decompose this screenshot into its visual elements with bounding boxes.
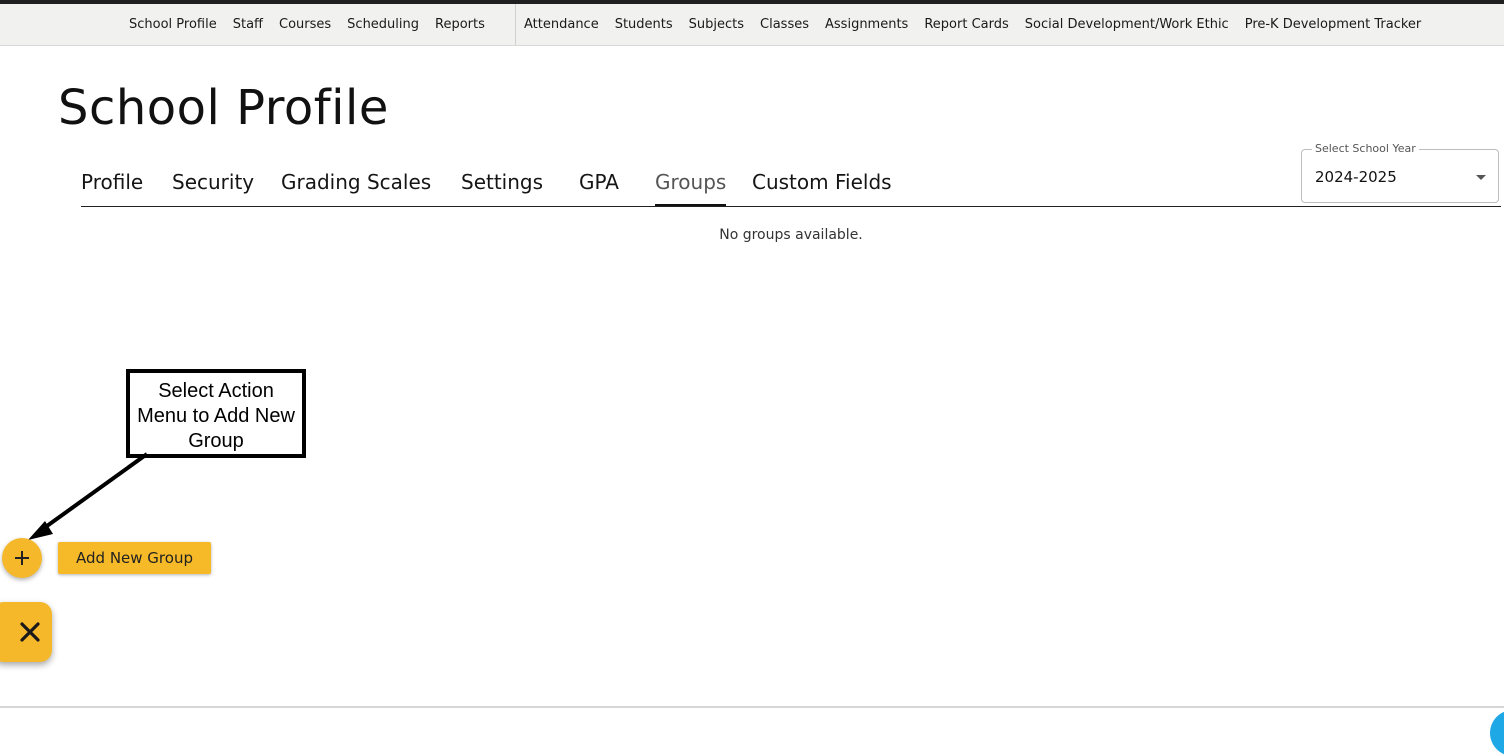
school-year-label: Select School Year [1312,142,1419,155]
nav-students[interactable]: Students [607,17,681,32]
tab-gpa[interactable]: GPA [579,162,619,206]
nav-school-profile[interactable]: School Profile [121,17,225,32]
tab-security[interactable]: Security [172,162,254,206]
nav-scheduling[interactable]: Scheduling [339,17,427,32]
nav-staff[interactable]: Staff [225,17,271,32]
nav-assignments[interactable]: Assignments [817,17,916,32]
tabs-divider [81,206,1501,207]
tab-profile[interactable]: Profile [81,162,143,206]
nav-attendance[interactable]: Attendance [516,17,607,32]
nav-group-admin: School Profile Staff Courses Scheduling … [121,4,493,45]
nav-report-cards[interactable]: Report Cards [916,17,1016,32]
footer-divider [0,706,1504,708]
action-menu-button[interactable] [2,538,42,578]
tab-settings[interactable]: Settings [461,162,543,206]
plus-icon [15,551,29,565]
callout-line-3: Group [188,430,244,452]
tab-groups[interactable]: Groups [655,162,727,206]
callout-line-1: Select Action [158,380,274,402]
top-nav: School Profile Staff Courses Scheduling … [0,4,1504,46]
callout-line-2: Menu to Add New [137,405,295,427]
nav-social-development[interactable]: Social Development/Work Ethic [1017,17,1237,32]
tab-custom-fields[interactable]: Custom Fields [752,162,892,206]
school-year-select[interactable]: Select School Year 2024-2025 [1301,142,1499,203]
nav-reports[interactable]: Reports [427,17,493,32]
tab-grading-scales[interactable]: Grading Scales [281,162,431,206]
close-icon [20,622,40,642]
school-year-value: 2024-2025 [1315,168,1397,186]
nav-group-classroom: Attendance Students Subjects Classes Ass… [516,4,1429,45]
chat-icon[interactable] [1490,710,1504,756]
empty-groups-message: No groups available. [719,227,863,243]
add-new-group-button[interactable]: Add New Group [58,542,211,574]
close-action-menu-button[interactable] [0,602,52,662]
nav-courses[interactable]: Courses [271,17,339,32]
caret-down-icon [1476,175,1486,180]
instruction-callout: Select Action Menu to Add New Group [126,369,306,458]
page-title: School Profile [58,80,389,136]
nav-classes[interactable]: Classes [752,17,817,32]
nav-subjects[interactable]: Subjects [681,17,752,32]
nav-prek-tracker[interactable]: Pre-K Development Tracker [1237,17,1430,32]
